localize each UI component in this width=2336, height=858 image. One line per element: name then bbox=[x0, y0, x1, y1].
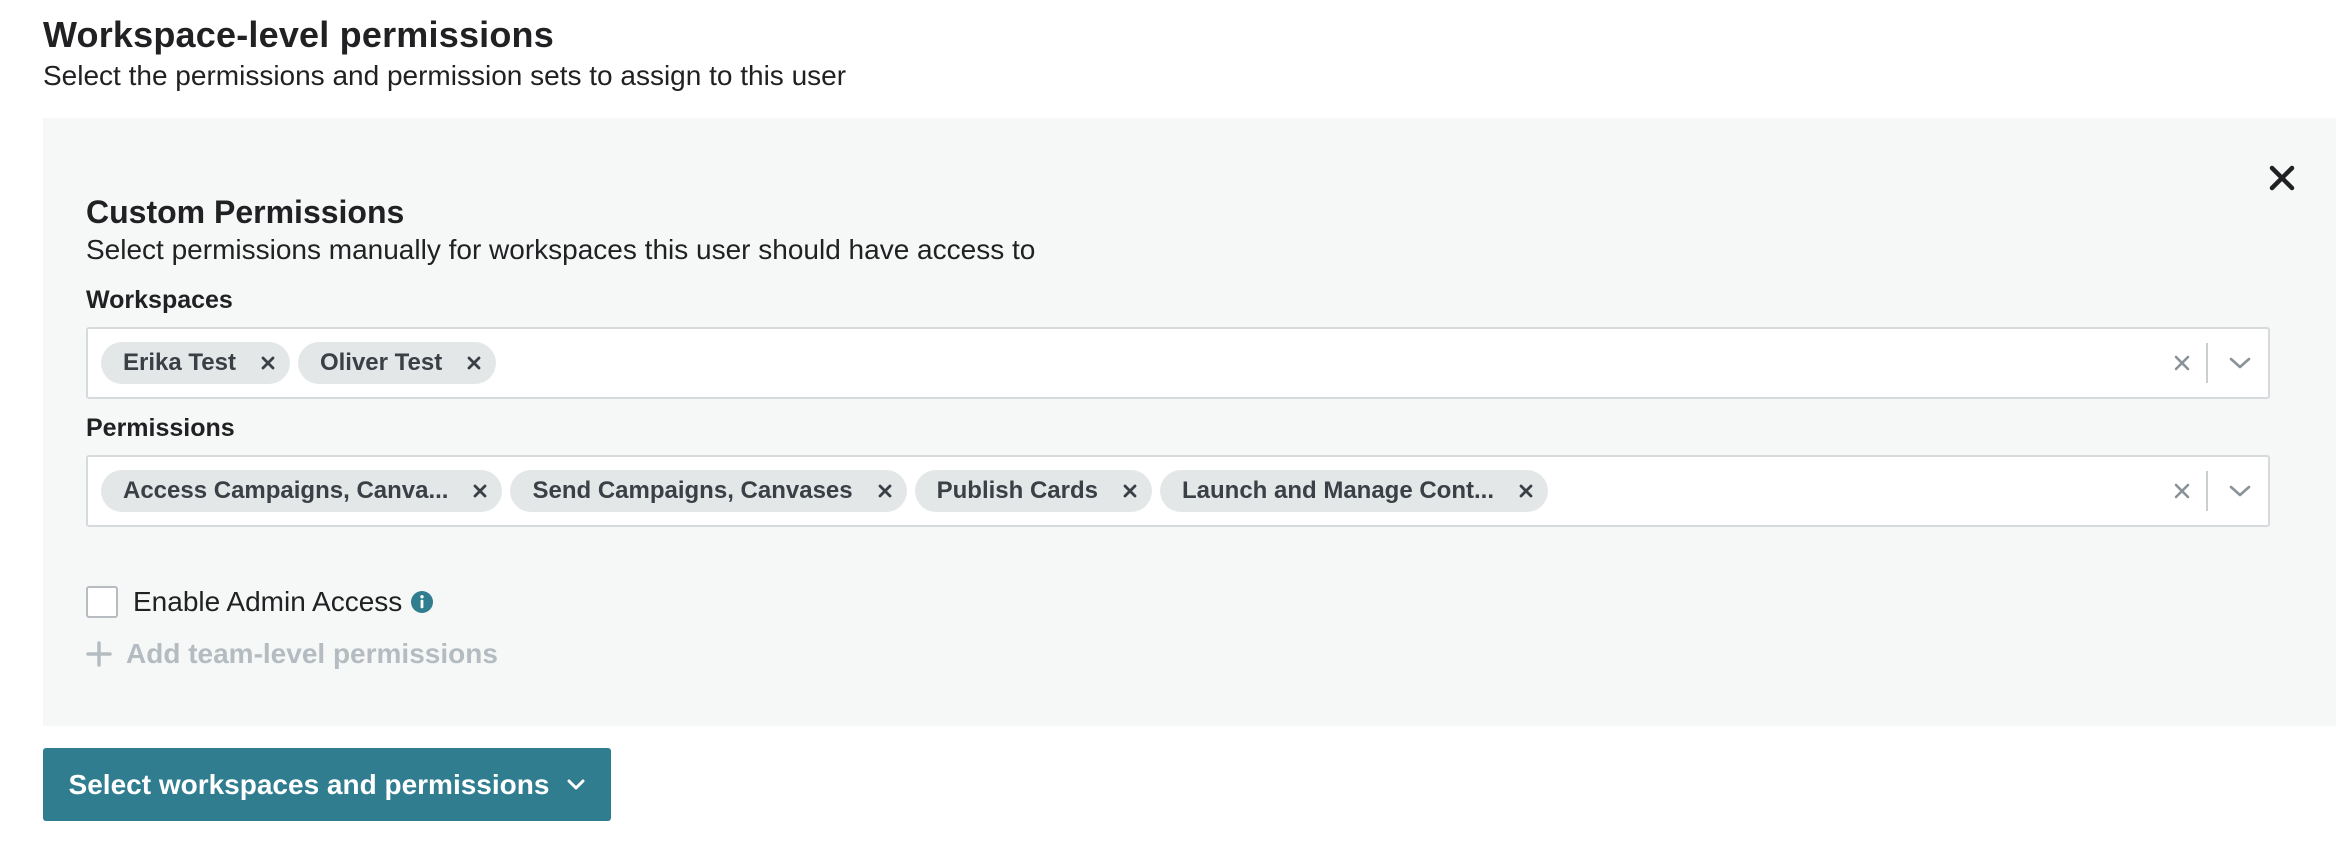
add-team-permissions-label: Add team-level permissions bbox=[126, 638, 498, 669]
close-panel-button[interactable] bbox=[2264, 160, 2300, 196]
permission-chip: Access Campaigns, Canva... bbox=[101, 470, 503, 512]
close-icon bbox=[467, 356, 481, 370]
page: Workspace-level permissions Select the p… bbox=[0, 0, 2336, 858]
select-controls bbox=[2160, 329, 2268, 397]
dropdown-toggle[interactable] bbox=[2218, 471, 2262, 511]
permission-chip: Send Campaigns, Canvases bbox=[510, 470, 907, 512]
remove-chip-button[interactable] bbox=[1516, 481, 1536, 501]
custom-permissions-panel: Custom Permissions Select permissions ma… bbox=[43, 118, 2336, 726]
chip-label: Send Campaigns, Canvases bbox=[532, 477, 853, 504]
remove-chip-button[interactable] bbox=[470, 481, 490, 501]
permissions-select[interactable]: Access Campaigns, Canva... Send Campaign… bbox=[86, 455, 2270, 527]
workspaces-chips: Erika Test Oliver Test bbox=[101, 342, 2160, 384]
chip-label: Erika Test bbox=[123, 349, 236, 376]
workspace-chip: Oliver Test bbox=[297, 342, 497, 384]
select-controls bbox=[2160, 457, 2268, 525]
select-workspaces-button[interactable]: Select workspaces and permissions bbox=[43, 748, 611, 821]
plus-icon bbox=[86, 641, 112, 667]
panel-title: Custom Permissions bbox=[86, 194, 405, 230]
chip-label: Launch and Manage Cont... bbox=[1181, 477, 1494, 504]
chip-label: Oliver Test bbox=[319, 349, 443, 376]
remove-chip-button[interactable] bbox=[1120, 481, 1140, 501]
chevron-down-icon bbox=[2229, 357, 2251, 369]
permissions-label: Permissions bbox=[86, 414, 235, 442]
admin-access-row: Enable Admin Access bbox=[86, 586, 434, 618]
dropdown-toggle[interactable] bbox=[2218, 343, 2262, 383]
close-icon bbox=[2174, 483, 2190, 499]
clear-all-button[interactable] bbox=[2160, 471, 2204, 511]
remove-chip-button[interactable] bbox=[875, 481, 895, 501]
panel-subtitle: Select permissions manually for workspac… bbox=[86, 234, 1036, 265]
divider bbox=[2206, 343, 2208, 383]
permission-chip: Launch and Manage Cont... bbox=[1159, 470, 1548, 512]
chevron-down-icon bbox=[567, 779, 585, 791]
close-icon bbox=[2269, 165, 2295, 191]
remove-chip-button[interactable] bbox=[258, 353, 278, 373]
workspaces-label: Workspaces bbox=[86, 286, 233, 314]
admin-access-checkbox[interactable] bbox=[86, 586, 118, 618]
divider bbox=[2206, 471, 2208, 511]
permission-chip: Publish Cards bbox=[914, 470, 1152, 512]
workspaces-select[interactable]: Erika Test Oliver Test bbox=[86, 327, 2270, 399]
select-workspaces-label: Select workspaces and permissions bbox=[68, 768, 550, 800]
close-icon bbox=[474, 484, 487, 498]
close-icon bbox=[1123, 484, 1137, 498]
admin-access-label[interactable]: Enable Admin Access bbox=[133, 586, 402, 618]
section-subtitle: Select the permissions and permission se… bbox=[43, 60, 847, 91]
section-title: Workspace-level permissions bbox=[43, 14, 554, 55]
info-icon[interactable] bbox=[410, 590, 434, 614]
clear-all-button[interactable] bbox=[2160, 343, 2204, 383]
close-icon bbox=[1519, 484, 1533, 498]
chevron-down-icon bbox=[2229, 485, 2251, 497]
close-icon bbox=[2174, 355, 2190, 371]
add-team-permissions-button[interactable]: Add team-level permissions bbox=[86, 638, 498, 670]
workspace-chip: Erika Test bbox=[101, 342, 290, 384]
close-icon bbox=[878, 484, 892, 498]
close-icon bbox=[261, 356, 275, 370]
chip-label: Publish Cards bbox=[936, 477, 1098, 504]
remove-chip-button[interactable] bbox=[464, 353, 484, 373]
chip-label: Access Campaigns, Canva... bbox=[123, 477, 449, 504]
permissions-chips: Access Campaigns, Canva... Send Campaign… bbox=[101, 470, 2160, 512]
